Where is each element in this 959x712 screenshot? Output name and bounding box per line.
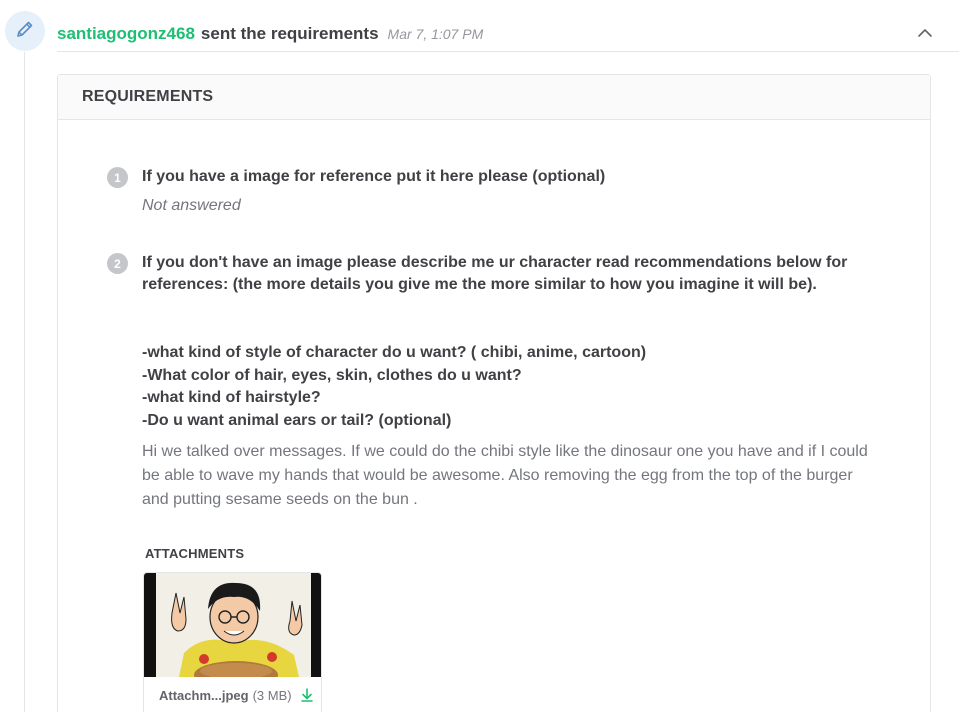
- username-link[interactable]: santiagogonz468: [57, 24, 195, 44]
- guideline-line: -What color of hair, eyes, skin, clothes…: [142, 366, 522, 384]
- event-header: santiagogonz468 sent the requirements Ma…: [57, 18, 959, 50]
- question-number-badge: 1: [107, 167, 128, 188]
- pencil-icon: [15, 19, 35, 44]
- event-timestamp: Mar 7, 1:07 PM: [387, 26, 484, 42]
- attachment-size: (3 MB): [252, 687, 292, 703]
- question-number-badge: 2: [107, 253, 128, 274]
- download-icon[interactable]: [300, 688, 314, 702]
- attachment-footer: Attachm...jpeg (3 MB): [144, 677, 321, 712]
- requirements-title: REQUIREMENTS: [82, 88, 214, 105]
- question-text: If you have a image for reference put it…: [142, 168, 606, 185]
- event-action: sent the requirements: [200, 24, 379, 43]
- event-badge: [5, 11, 45, 51]
- guideline-line: -what kind of hairstyle?: [142, 389, 321, 406]
- attachments-label: ATTACHMENTS: [145, 546, 245, 561]
- question-item: 1 If you have a image for reference put …: [107, 166, 907, 215]
- chevron-up-icon: [917, 27, 933, 44]
- attachment-thumbnail[interactable]: [144, 573, 322, 677]
- question-guidelines: -what kind of style of character do u wa…: [142, 342, 907, 432]
- timeline-line: [24, 52, 25, 712]
- attachment-filename[interactable]: Attachm...jpeg: [159, 688, 249, 703]
- question-text: If you don't have an image please descri…: [142, 254, 848, 293]
- attachment-card[interactable]: Attachm...jpeg (3 MB): [143, 572, 322, 712]
- guideline-line: -Do u want animal ears or tail? (optiona…: [142, 411, 452, 429]
- question-item: 2 If you don't have an image please desc…: [107, 252, 907, 512]
- question-answer: Hi we talked over messages. If we could …: [142, 443, 868, 508]
- requirements-card: REQUIREMENTS 1 If you have a image for r…: [57, 74, 931, 712]
- guideline-line: -what kind of style of character do u wa…: [142, 344, 647, 361]
- question-answer: Not answered: [142, 197, 241, 214]
- header-divider: [57, 51, 959, 52]
- collapse-button[interactable]: [917, 26, 933, 40]
- requirements-header: REQUIREMENTS: [58, 75, 930, 120]
